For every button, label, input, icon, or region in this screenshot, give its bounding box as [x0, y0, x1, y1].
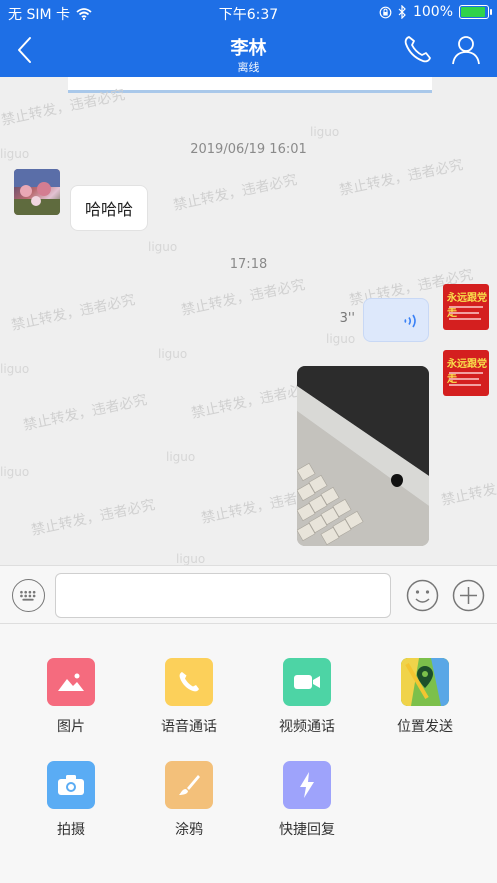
- watermark-user: liguo: [148, 240, 178, 254]
- video-call-icon: [283, 658, 331, 706]
- message-timestamp: 17:18: [229, 257, 268, 272]
- image-message[interactable]: [297, 366, 429, 546]
- watermark-text: 禁止转发，违者必究: [0, 87, 127, 129]
- quick-reply-icon: [283, 761, 331, 809]
- navigation-bar: 李林 离线: [0, 26, 497, 77]
- watermark-text: 禁止转发，违者必究: [21, 392, 149, 434]
- camera-icon: [47, 761, 95, 809]
- message-text: 哈哈哈: [85, 200, 134, 219]
- emoji-icon[interactable]: [406, 579, 439, 612]
- chat-area[interactable]: 禁止转发，违者必究 禁止转发，违者必究 禁止转发，违者必究 禁止转发，违者必究 …: [0, 77, 497, 565]
- keyboard-photo: [297, 366, 429, 546]
- panel-item-label: 快捷回复: [279, 822, 335, 838]
- panel-item-image[interactable]: 图片: [16, 658, 126, 736]
- panel-item-label: 语音通话: [161, 719, 217, 735]
- avatar-photo: [14, 169, 60, 215]
- watermark-text: 禁止转发，违者必究: [9, 292, 137, 334]
- watermark-text: 禁止转发，违者必究: [29, 497, 157, 539]
- message-text-input[interactable]: [55, 573, 391, 618]
- bluetooth-icon: [398, 5, 406, 19]
- panel-item-location[interactable]: 位置发送: [370, 658, 480, 736]
- panel-item-quick-reply[interactable]: 快捷回复: [252, 761, 362, 839]
- panel-item-label: 拍摄: [57, 822, 85, 838]
- attachment-panel: 图片 语音通话 视频通话 位置发送 拍摄 涂鸦 快捷回复: [0, 624, 497, 883]
- watermark-text: 禁止转发，违者必究: [337, 157, 465, 199]
- location-icon: [401, 658, 449, 706]
- panel-item-camera[interactable]: 拍摄: [16, 761, 126, 839]
- text-message-bubble[interactable]: 哈哈哈: [70, 185, 149, 231]
- contact-avatar[interactable]: [14, 169, 60, 215]
- rotation-lock-icon: [379, 6, 392, 18]
- user-profile-icon[interactable]: [449, 32, 483, 66]
- battery-icon: [459, 5, 492, 19]
- watermark-user: liguo: [0, 362, 30, 376]
- voice-wave-icon: [404, 314, 416, 328]
- status-bar: 无 SIM 卡 下午6:37 100%: [0, 0, 497, 26]
- watermark-user: liguo: [0, 465, 30, 479]
- voice-message-bubble[interactable]: [363, 298, 429, 342]
- my-avatar[interactable]: 永远跟党走: [443, 284, 489, 330]
- panel-item-video-call[interactable]: 视频通话: [252, 658, 362, 736]
- watermark-user: liguo: [310, 125, 340, 139]
- panel-item-label: 涂鸦: [175, 822, 203, 838]
- image-icon: [47, 658, 95, 706]
- watermark-user: liguo: [158, 347, 188, 361]
- watermark-user: liguo: [326, 332, 356, 346]
- message-timestamp: 2019/06/19 16:01: [190, 142, 307, 157]
- watermark-text: 禁止转发，违者必究: [439, 467, 497, 509]
- my-avatar[interactable]: 永远跟党走: [443, 350, 489, 396]
- phone-call-icon[interactable]: [401, 32, 435, 66]
- watermark-text: 禁止转发，违者必究: [179, 277, 307, 319]
- more-options-plus-icon[interactable]: [452, 579, 485, 612]
- voice-duration: 3'': [339, 311, 355, 326]
- watermark-user: liguo: [166, 450, 196, 464]
- keyboard-toggle-icon[interactable]: [12, 579, 45, 612]
- panel-item-label: 图片: [57, 719, 85, 735]
- panel-item-doodle[interactable]: 涂鸦: [134, 761, 244, 839]
- battery-percent: 100%: [412, 4, 453, 20]
- phone-call-icon: [165, 658, 213, 706]
- message-input-bar: [0, 565, 497, 624]
- brush-icon: [165, 761, 213, 809]
- watermark-user: liguo: [176, 552, 206, 565]
- panel-item-label: 位置发送: [397, 719, 453, 735]
- panel-item-voice-call[interactable]: 语音通话: [134, 658, 244, 736]
- panel-item-label: 视频通话: [279, 719, 335, 735]
- top-bar: 无 SIM 卡 下午6:37 100% 李林 离线: [0, 0, 497, 77]
- watermark-text: 禁止转发，违者必究: [171, 172, 299, 214]
